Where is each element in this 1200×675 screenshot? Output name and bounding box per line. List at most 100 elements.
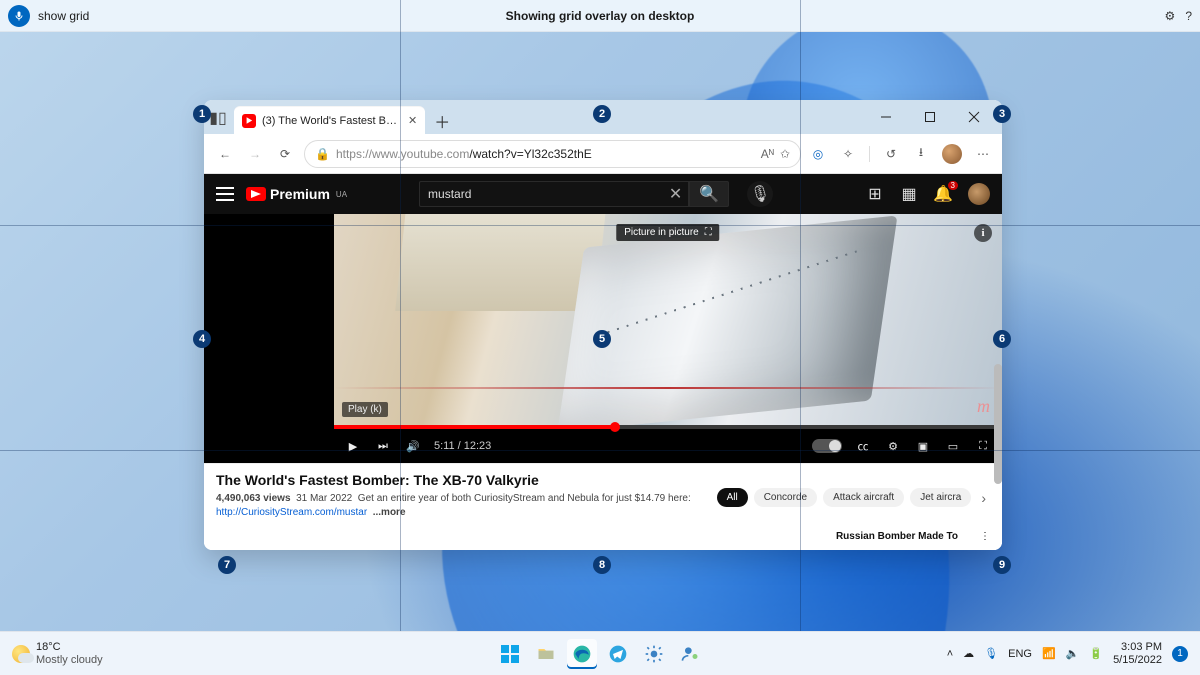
play-hint: Play (k) bbox=[342, 402, 388, 417]
tracking-prevention-icon[interactable]: ◎ bbox=[809, 145, 827, 163]
youtube-search-button[interactable]: 🔍 bbox=[689, 181, 729, 207]
video-title: The World's Fastest Bomber: The XB-70 Va… bbox=[216, 472, 701, 488]
url-text: https://www.youtube.com/watch?v=Yl32c352… bbox=[336, 147, 755, 161]
youtube-search-input[interactable] bbox=[419, 181, 663, 207]
nav-refresh-button[interactable]: ⟳ bbox=[274, 143, 296, 165]
youtube-header: PremiumUA ✕ 🔍 🎙 ⊞ ▦ 🔔3 bbox=[204, 174, 1002, 214]
voice-access-bar: show grid Showing grid overlay on deskto… bbox=[0, 0, 1200, 32]
filter-chips: All Concorde Attack aircraft Jet aircra … bbox=[717, 472, 990, 523]
nav-back-button[interactable]: ← bbox=[214, 143, 236, 165]
pip-icon: ⛶ bbox=[705, 227, 712, 238]
youtube-search-clear-icon[interactable]: ✕ bbox=[663, 181, 689, 207]
autoplay-toggle[interactable] bbox=[812, 439, 842, 453]
settings-taskbar-icon[interactable] bbox=[639, 639, 669, 669]
voice-access-status: Showing grid overlay on desktop bbox=[506, 9, 695, 23]
tab-actions-icon[interactable]: ▮▯ bbox=[210, 110, 226, 126]
volume-tray-icon[interactable]: 🔈 bbox=[1066, 647, 1080, 660]
profile-avatar-icon[interactable] bbox=[942, 144, 962, 164]
pip-tooltip: Picture in picture⛶ bbox=[616, 224, 719, 241]
new-tab-button[interactable]: ＋ bbox=[429, 108, 455, 134]
voice-access-help-icon[interactable]: ? bbox=[1185, 9, 1192, 23]
related-video-title[interactable]: Russian Bomber Made To bbox=[836, 531, 958, 542]
telegram-icon[interactable] bbox=[603, 639, 633, 669]
language-indicator[interactable]: ENG bbox=[1008, 648, 1032, 660]
video-controls: ▶ ⏭ 🔊 5:11 / 12:23 ㏄ ⚙ ▣ ▭ ⛶ bbox=[334, 429, 1002, 463]
taskbar-center bbox=[495, 639, 705, 669]
video-pillarbox-left bbox=[204, 214, 334, 463]
youtube-logo[interactable]: PremiumUA bbox=[246, 186, 347, 202]
edge-taskbar-icon[interactable] bbox=[567, 639, 597, 669]
fullscreen-button[interactable]: ⛶ bbox=[974, 437, 992, 455]
chip-concorde[interactable]: Concorde bbox=[754, 488, 817, 507]
edge-browser-window: ▮▯ (3) The World's Fastest Bomber: ✕ ＋ ←… bbox=[204, 100, 1002, 550]
window-minimize-button[interactable] bbox=[864, 100, 908, 134]
captions-button[interactable]: ㏄ bbox=[854, 437, 872, 455]
tray-mic-icon[interactable]: 🎙 bbox=[984, 647, 998, 660]
youtube-search: ✕ 🔍 bbox=[419, 181, 729, 207]
taskbar: 18°C Mostly cloudy ˄ ☁ 🎙 ENG 📶 🔈 🔋 bbox=[0, 631, 1200, 675]
clock[interactable]: 3:03 PM 5/15/2022 bbox=[1113, 641, 1162, 665]
play-button[interactable]: ▶ bbox=[344, 437, 362, 455]
notification-center-icon[interactable]: 1 bbox=[1172, 646, 1188, 662]
extensions-icon[interactable]: ✧ bbox=[839, 145, 857, 163]
video-meta-row: The World's Fastest Bomber: The XB-70 Va… bbox=[204, 463, 1002, 531]
youtube-notifications-icon[interactable]: 🔔3 bbox=[934, 185, 952, 203]
settings-button[interactable]: ⚙ bbox=[884, 437, 902, 455]
downloads-icon[interactable]: ⭳ bbox=[912, 145, 930, 163]
description-more[interactable]: ...more bbox=[373, 507, 406, 518]
video-player[interactable]: Picture in picture⛶ i m Play (k) ▶ ⏭ 🔊 5… bbox=[334, 214, 1002, 463]
window-close-button[interactable] bbox=[952, 100, 996, 134]
video-info-icon[interactable]: i bbox=[974, 224, 992, 242]
nav-forward-button: → bbox=[244, 143, 266, 165]
next-button[interactable]: ⏭ bbox=[374, 437, 392, 455]
window-maximize-button[interactable] bbox=[908, 100, 952, 134]
weather-icon bbox=[12, 645, 30, 663]
video-progress-bar[interactable] bbox=[334, 425, 1002, 429]
chip-jet-aircraft[interactable]: Jet aircra bbox=[910, 488, 971, 507]
miniplayer-button[interactable]: ▣ bbox=[914, 437, 932, 455]
weather-widget[interactable]: 18°C Mostly cloudy bbox=[12, 641, 103, 665]
browser-menu-icon[interactable]: ⋯ bbox=[974, 145, 992, 163]
youtube-create-icon[interactable]: ⊞ bbox=[866, 185, 884, 203]
start-button[interactable] bbox=[495, 639, 525, 669]
tray-overflow-icon[interactable]: ˄ bbox=[947, 648, 953, 660]
weather-cond: Mostly cloudy bbox=[36, 654, 103, 666]
url-input[interactable]: 🔒 https://www.youtube.com/watch?v=Yl32c3… bbox=[304, 140, 801, 168]
theater-button[interactable]: ▭ bbox=[944, 437, 962, 455]
time-display: 5:11 / 12:23 bbox=[434, 440, 491, 452]
voice-access-taskbar-icon[interactable] bbox=[675, 639, 705, 669]
related-row: Russian Bomber Made To ⋮ bbox=[204, 531, 1002, 550]
address-bar: ← → ⟳ 🔒 https://www.youtube.com/watch?v=… bbox=[204, 134, 1002, 174]
chip-all[interactable]: All bbox=[717, 488, 748, 507]
file-explorer-icon[interactable] bbox=[531, 639, 561, 669]
voice-access-command: show grid bbox=[38, 9, 89, 23]
system-tray: ˄ ☁ 🎙 ENG 📶 🔈 🔋 3:03 PM 5/15/2022 1 bbox=[947, 641, 1188, 665]
history-icon[interactable]: ↺ bbox=[882, 145, 900, 163]
favorite-icon[interactable]: ✩ bbox=[780, 147, 790, 161]
page-content: PremiumUA ✕ 🔍 🎙 ⊞ ▦ 🔔3 Picture in pictur… bbox=[204, 174, 1002, 550]
chips-scroll-right-icon[interactable]: › bbox=[977, 490, 990, 506]
site-lock-icon[interactable]: 🔒 bbox=[315, 147, 330, 161]
youtube-avatar-icon[interactable] bbox=[968, 183, 990, 205]
browser-tab[interactable]: (3) The World's Fastest Bomber: ✕ bbox=[234, 106, 425, 134]
battery-icon[interactable]: 🔋 bbox=[1089, 647, 1103, 660]
chip-attack-aircraft[interactable]: Attack aircraft bbox=[823, 488, 904, 507]
read-aloud-icon[interactable]: Aᴺ bbox=[761, 147, 774, 161]
youtube-body: Picture in picture⛶ i m Play (k) ▶ ⏭ 🔊 5… bbox=[204, 214, 1002, 463]
youtube-voice-search-icon[interactable]: 🎙 bbox=[747, 181, 773, 207]
voice-access-settings-icon[interactable]: ⚙ bbox=[1165, 9, 1176, 23]
video-meta: 4,490,063 views 31 Mar 2022 Get an entir… bbox=[216, 492, 701, 520]
weather-temp: 18°C bbox=[36, 641, 103, 653]
channel-watermark[interactable]: m bbox=[977, 396, 990, 417]
volume-button[interactable]: 🔊 bbox=[404, 437, 422, 455]
video-frame bbox=[334, 214, 1002, 425]
tab-title: (3) The World's Fastest Bomber: bbox=[262, 115, 402, 127]
description-link[interactable]: http://CuriosityStream.com/mustar bbox=[216, 507, 367, 518]
youtube-menu-icon[interactable] bbox=[216, 187, 234, 201]
onedrive-icon[interactable]: ☁ bbox=[963, 647, 974, 660]
page-scrollbar[interactable] bbox=[994, 364, 1002, 484]
wifi-icon[interactable]: 📶 bbox=[1042, 647, 1056, 660]
voice-access-mic-icon[interactable] bbox=[8, 5, 30, 27]
tab-close-icon[interactable]: ✕ bbox=[408, 114, 417, 127]
youtube-apps-icon[interactable]: ▦ bbox=[900, 185, 918, 203]
